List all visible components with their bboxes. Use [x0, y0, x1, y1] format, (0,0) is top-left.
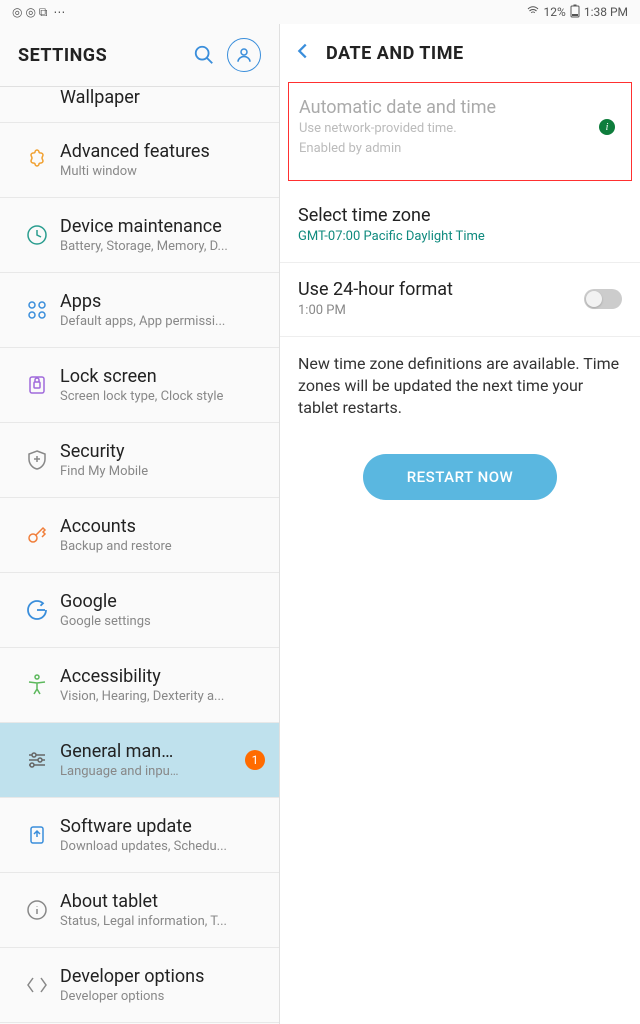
- timezone-value: GMT-07:00 Pacific Daylight Time: [298, 229, 622, 246]
- sidebar-item-advanced-features[interactable]: Advanced features Multi window: [0, 123, 279, 198]
- sidebar-item-sub: Vision, Hearing, Dexterity a...: [60, 689, 265, 704]
- sidebar-item-label: Software update: [60, 816, 265, 837]
- sidebar-item-sub: Google settings: [60, 614, 265, 629]
- detail-header: DATE AND TIME: [280, 24, 640, 82]
- sidebar-item-software-update[interactable]: Software update Download updates, Schedu…: [0, 798, 279, 873]
- code-icon: [14, 973, 60, 997]
- sidebar-title: SETTINGS: [18, 45, 181, 66]
- sidebar-item-label: Security: [60, 441, 265, 462]
- app-icons: ◎ ◎ ⧉ ⋯: [12, 5, 65, 20]
- back-icon[interactable]: [292, 40, 314, 66]
- sidebar-item-lock-screen[interactable]: Lock screen Screen lock type, Clock styl…: [0, 348, 279, 423]
- sidebar-item-sub: Default apps, App permissi...: [60, 314, 265, 329]
- info-icon: [14, 898, 60, 922]
- sidebar-item-sub: Developer options: [60, 989, 265, 1004]
- select-timezone-row[interactable]: Select time zone GMT-07:00 Pacific Dayli…: [280, 189, 640, 263]
- sidebar-item-label: About tablet: [60, 891, 265, 912]
- auto-datetime-sub1: Use network-provided time.: [299, 121, 599, 138]
- sidebar-item-sub: Backup and restore: [60, 539, 265, 554]
- sidebar-item-security[interactable]: Security Find My Mobile: [0, 423, 279, 498]
- sidebar-item-label: Developer options: [60, 966, 265, 987]
- wifi-icon: [526, 5, 540, 20]
- apps-icon: [14, 298, 60, 322]
- use-24h-row[interactable]: Use 24-hour format 1:00 PM: [280, 263, 640, 337]
- detail-title: DATE AND TIME: [326, 43, 464, 64]
- sidebar-item-general-management[interactable]: General man… Language and inpu… 1: [0, 723, 279, 798]
- lock-icon: [14, 373, 60, 397]
- sidebar-item-label: Accessibility: [60, 666, 265, 687]
- clock-text: 1:38 PM: [584, 5, 628, 19]
- sidebar-item-sub: Language and inpu…: [60, 764, 239, 779]
- sidebar-item-sub: Find My Mobile: [60, 464, 265, 479]
- auto-datetime-highlight: Automatic date and time Use network-prov…: [288, 82, 632, 181]
- sidebar-item-label: Wallpaper: [60, 87, 265, 108]
- tz-update-info: New time zone definitions are available.…: [280, 337, 640, 436]
- use-24h-toggle[interactable]: [584, 289, 622, 309]
- sidebar-item-about-tablet[interactable]: About tablet Status, Legal information, …: [0, 873, 279, 948]
- maintenance-icon: [14, 223, 60, 247]
- sidebar-item-apps[interactable]: Apps Default apps, App permissi...: [0, 273, 279, 348]
- google-icon: [14, 598, 60, 622]
- battery-pct: 12%: [544, 5, 566, 19]
- use-24h-title: Use 24-hour format: [298, 279, 584, 300]
- search-icon[interactable]: [187, 38, 221, 72]
- gear-flower-icon: [14, 148, 60, 172]
- sidebar-item-sub: Screen lock type, Clock style: [60, 389, 265, 404]
- auto-datetime-title: Automatic date and time: [299, 97, 599, 118]
- detail-pane: DATE AND TIME Automatic date and time Us…: [280, 24, 640, 1024]
- admin-info-icon[interactable]: i: [599, 119, 615, 135]
- sidebar-item-developer-options[interactable]: Developer options Developer options: [0, 948, 279, 1023]
- sliders-icon: [14, 748, 60, 772]
- profile-icon[interactable]: [227, 38, 261, 72]
- sidebar-header: SETTINGS: [0, 24, 279, 87]
- status-bar: ◎ ◎ ⧉ ⋯ 12% 1:38 PM: [0, 0, 640, 24]
- sidebar-item-label: Google: [60, 591, 265, 612]
- sidebar-item-label: Advanced features: [60, 141, 265, 162]
- accessibility-icon: [14, 673, 60, 697]
- timezone-title: Select time zone: [298, 205, 622, 226]
- shield-icon: [14, 448, 60, 472]
- sidebar-item-label: General man…: [60, 741, 239, 762]
- sidebar-item-sub: Status, Legal information, T...: [60, 914, 265, 929]
- sidebar-item-sub: Multi window: [60, 164, 265, 179]
- sidebar-item-label: Apps: [60, 291, 265, 312]
- notification-badge: 1: [245, 750, 265, 770]
- auto-datetime-sub2: Enabled by admin: [299, 141, 599, 158]
- sidebar-item-accounts[interactable]: Accounts Backup and restore: [0, 498, 279, 573]
- sidebar-item-label: Device maintenance: [60, 216, 265, 237]
- sidebar-item-device-maintenance[interactable]: Device maintenance Battery, Storage, Mem…: [0, 198, 279, 273]
- battery-icon: [570, 4, 580, 21]
- restart-now-button[interactable]: RESTART NOW: [363, 454, 558, 500]
- sidebar-item-wallpaper[interactable]: Wallpaper: [0, 87, 279, 123]
- sidebar-item-label: Lock screen: [60, 366, 265, 387]
- key-icon: [14, 523, 60, 547]
- sidebar-item-sub: Download updates, Schedu...: [60, 839, 265, 854]
- sidebar-item-google[interactable]: Google Google settings: [0, 573, 279, 648]
- sidebar-item-sub: Battery, Storage, Memory, D...: [60, 239, 265, 254]
- settings-sidebar: SETTINGS Wallpaper Advanced feature: [0, 24, 280, 1024]
- sidebar-item-label: Accounts: [60, 516, 265, 537]
- sidebar-item-accessibility[interactable]: Accessibility Vision, Hearing, Dexterity…: [0, 648, 279, 723]
- update-icon: [14, 823, 60, 847]
- use-24h-example: 1:00 PM: [298, 303, 584, 320]
